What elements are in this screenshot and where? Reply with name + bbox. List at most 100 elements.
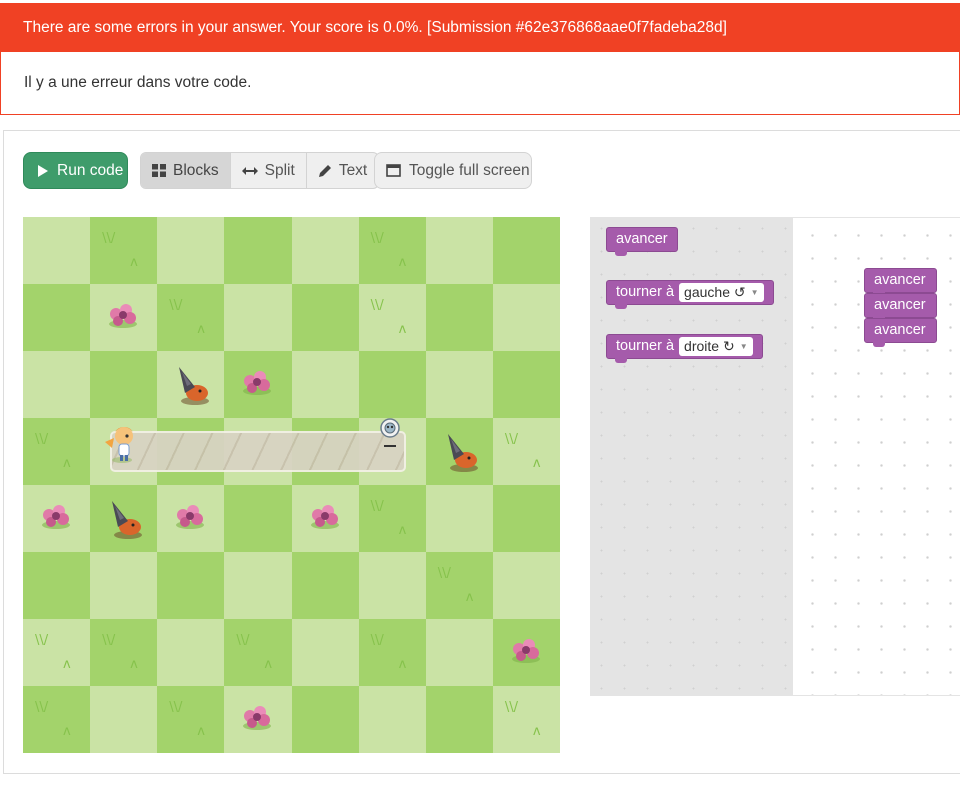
grass-tuft: \\/ xyxy=(504,432,519,447)
text-mode-label: Text xyxy=(338,161,368,179)
grid-cell xyxy=(492,485,560,552)
grass-tuft: ʌ xyxy=(398,255,407,270)
window-icon xyxy=(386,164,401,177)
grid-cell xyxy=(23,284,91,351)
flower-icon xyxy=(238,702,276,732)
grass-tuft: \\/ xyxy=(370,633,384,648)
play-icon xyxy=(38,164,48,177)
drill-mole-icon xyxy=(173,363,211,407)
grid-cell xyxy=(492,552,560,619)
dropdown-arrow-icon: ▼ xyxy=(739,342,748,351)
grid-cell xyxy=(157,485,225,552)
workspace-block-avancer[interactable]: avancer xyxy=(864,318,937,347)
blockly-workspace[interactable]: avancer avancer avancer xyxy=(793,217,960,696)
split-mode-button[interactable]: Split xyxy=(231,153,307,188)
workspace-block-avancer[interactable]: avancer xyxy=(864,268,937,297)
grid-cell xyxy=(425,418,493,485)
flower-icon xyxy=(171,501,209,531)
grass-tuft: \\/ xyxy=(35,432,49,447)
blockly-toolbox: avancer tourner à gauche ↺ ▼ tourner à d… xyxy=(590,217,793,696)
grid-cell xyxy=(90,485,158,552)
grid-cell xyxy=(90,284,158,351)
block-label: avancer xyxy=(874,272,926,288)
run-code-label: Run code xyxy=(57,162,124,179)
grid-icon xyxy=(152,164,166,177)
grid-cell xyxy=(425,217,493,284)
grid-cell xyxy=(90,351,158,418)
block-label: avancer xyxy=(874,322,926,338)
toolbox-block-tourner-gauche[interactable]: tourner à gauche ↺ ▼ xyxy=(606,280,774,309)
grid-cell: \\/ ʌ xyxy=(90,619,158,686)
grass-tuft: \\/ xyxy=(35,633,49,648)
blocks-mode-button[interactable]: Blocks xyxy=(141,153,231,188)
grid-cell: \\/ ʌ xyxy=(358,217,426,284)
grid-cell xyxy=(23,217,91,284)
grid-cell xyxy=(224,686,292,753)
direction-dropdown[interactable]: droite ↻ ▼ xyxy=(679,337,753,356)
grid-cell xyxy=(224,284,292,351)
grid-cell: \\/ ʌ xyxy=(90,217,158,284)
error-alert-title: There are some errors in your answer. Yo… xyxy=(0,3,960,52)
grid-cell xyxy=(224,485,292,552)
dropdown-value: droite ↻ xyxy=(684,338,735,354)
drill-mole-icon xyxy=(106,497,144,541)
grid-cell xyxy=(157,351,225,418)
text-mode-button[interactable]: Text xyxy=(307,153,378,188)
grid-cell xyxy=(157,552,225,619)
grid-cell: \\/ ʌ xyxy=(358,619,426,686)
grid-cell xyxy=(224,217,292,284)
grid-cell xyxy=(492,217,560,284)
grid-cell xyxy=(157,217,225,284)
grass-tuft: \\/ xyxy=(504,700,519,715)
workspace-block-avancer[interactable]: avancer xyxy=(864,293,937,322)
grid-cell: \\/ ʌ xyxy=(492,418,560,485)
grid-cell: \\/ ʌ xyxy=(23,418,91,485)
direction-dropdown[interactable]: gauche ↺ ▼ xyxy=(679,283,764,302)
grid-cell xyxy=(425,485,493,552)
grass-tuft: \\/ xyxy=(437,566,451,581)
grass-tuft: ʌ xyxy=(532,456,541,471)
grass-tuft: ʌ xyxy=(130,657,138,672)
flower-icon xyxy=(507,635,545,665)
grass-tuft: ʌ xyxy=(197,322,205,337)
target-marker-icon xyxy=(380,418,400,447)
grass-tuft: \\/ xyxy=(102,231,116,246)
grid-cell xyxy=(224,552,292,619)
grass-tuft: \\/ xyxy=(169,700,183,715)
stone-bridge xyxy=(110,431,406,472)
toolbox-block-avancer[interactable]: avancer xyxy=(606,227,678,256)
grid-cell: \\/ ʌ xyxy=(358,284,426,351)
grid-cell xyxy=(291,686,359,753)
arrows-horizontal-icon xyxy=(241,166,258,175)
drill-mole-icon xyxy=(442,430,480,474)
toolbox-block-tourner-droite[interactable]: tourner à droite ↻ ▼ xyxy=(606,334,763,363)
grid-cell: \\/ ʌ xyxy=(358,485,426,552)
blocks-mode-label: Blocks xyxy=(173,161,219,179)
grass-tuft: \\/ xyxy=(370,231,384,246)
toggle-fullscreen-button[interactable]: Toggle full screen xyxy=(374,152,532,189)
grid-cell: \\/ ʌ xyxy=(425,552,493,619)
run-code-button[interactable]: Run code xyxy=(23,152,128,189)
grass-tuft: ʌ xyxy=(398,657,407,672)
grid-cell: \\/ ʌ xyxy=(23,619,91,686)
flower-icon xyxy=(37,501,75,531)
grid-cell xyxy=(425,284,493,351)
grid-cell xyxy=(425,619,493,686)
flower-icon xyxy=(238,367,276,397)
grass-tuft: ʌ xyxy=(465,590,474,605)
block-label: tourner à xyxy=(616,284,675,300)
grid-cell xyxy=(23,351,91,418)
grid-cell xyxy=(425,351,493,418)
grass-tuft: \\/ xyxy=(370,499,384,514)
grass-tuft: ʌ xyxy=(264,657,273,672)
grid-cell: \\/ ʌ xyxy=(157,686,225,753)
pencil-icon xyxy=(318,164,331,177)
grass-tuft: ʌ xyxy=(63,456,71,471)
toggle-fullscreen-label: Toggle full screen xyxy=(409,162,530,179)
grid-cell: \\/ ʌ xyxy=(224,619,292,686)
grid-cell xyxy=(425,686,493,753)
grid-cell xyxy=(291,284,359,351)
grid-cell xyxy=(358,552,426,619)
grass-tuft: \\/ xyxy=(370,298,384,313)
grid-cell xyxy=(23,552,91,619)
